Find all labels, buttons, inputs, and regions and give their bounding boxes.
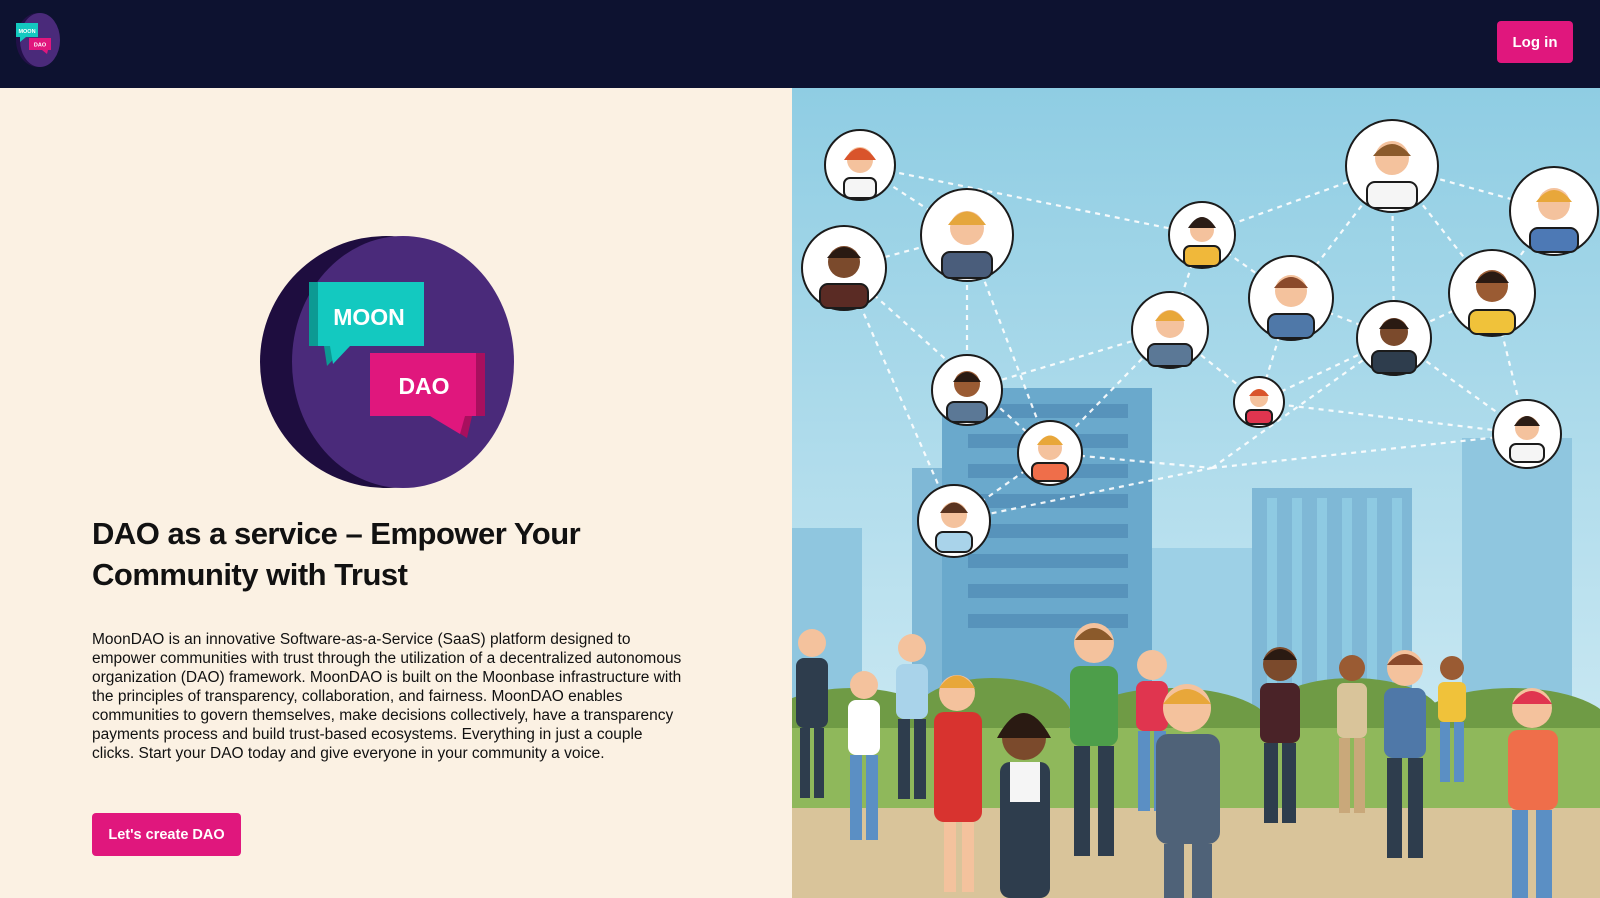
avatar bbox=[1168, 201, 1236, 269]
avatar bbox=[1448, 249, 1536, 337]
avatar bbox=[1345, 119, 1439, 213]
create-dao-button[interactable]: Let's create DAO bbox=[92, 813, 241, 856]
page-title: DAO as a service – Empower Your Communit… bbox=[92, 516, 581, 592]
logo-moon-text: MOON bbox=[18, 29, 35, 35]
avatar bbox=[1356, 300, 1432, 376]
hero-left-panel: MOON DAO DAO as a service – Empower Your… bbox=[0, 88, 792, 898]
avatar bbox=[917, 484, 991, 558]
avatar bbox=[1509, 166, 1599, 256]
community-network-illustration bbox=[792, 88, 1600, 898]
avatar bbox=[1131, 291, 1209, 369]
top-navigation-bar: MOON DAO Log in bbox=[0, 0, 1600, 88]
avatar bbox=[1492, 399, 1562, 469]
logo-dao-text: DAO bbox=[34, 43, 47, 49]
login-button[interactable]: Log in bbox=[1497, 21, 1573, 63]
avatar bbox=[920, 188, 1014, 282]
avatar bbox=[1017, 420, 1083, 486]
hero-logo-dao-text: DAO bbox=[398, 373, 449, 399]
avatar bbox=[1233, 376, 1285, 428]
avatar bbox=[1248, 255, 1334, 341]
moondao-hero-logo: MOON DAO bbox=[260, 236, 514, 488]
hero-logo-moon-text: MOON bbox=[333, 304, 405, 330]
moondao-logo-icon[interactable]: MOON DAO bbox=[12, 13, 60, 68]
avatar bbox=[801, 225, 887, 311]
avatar bbox=[931, 354, 1003, 426]
hero-description: MoonDAO is an innovative Software-as-a-S… bbox=[92, 631, 682, 762]
community-illustration bbox=[792, 88, 1600, 898]
avatar bbox=[824, 129, 896, 201]
